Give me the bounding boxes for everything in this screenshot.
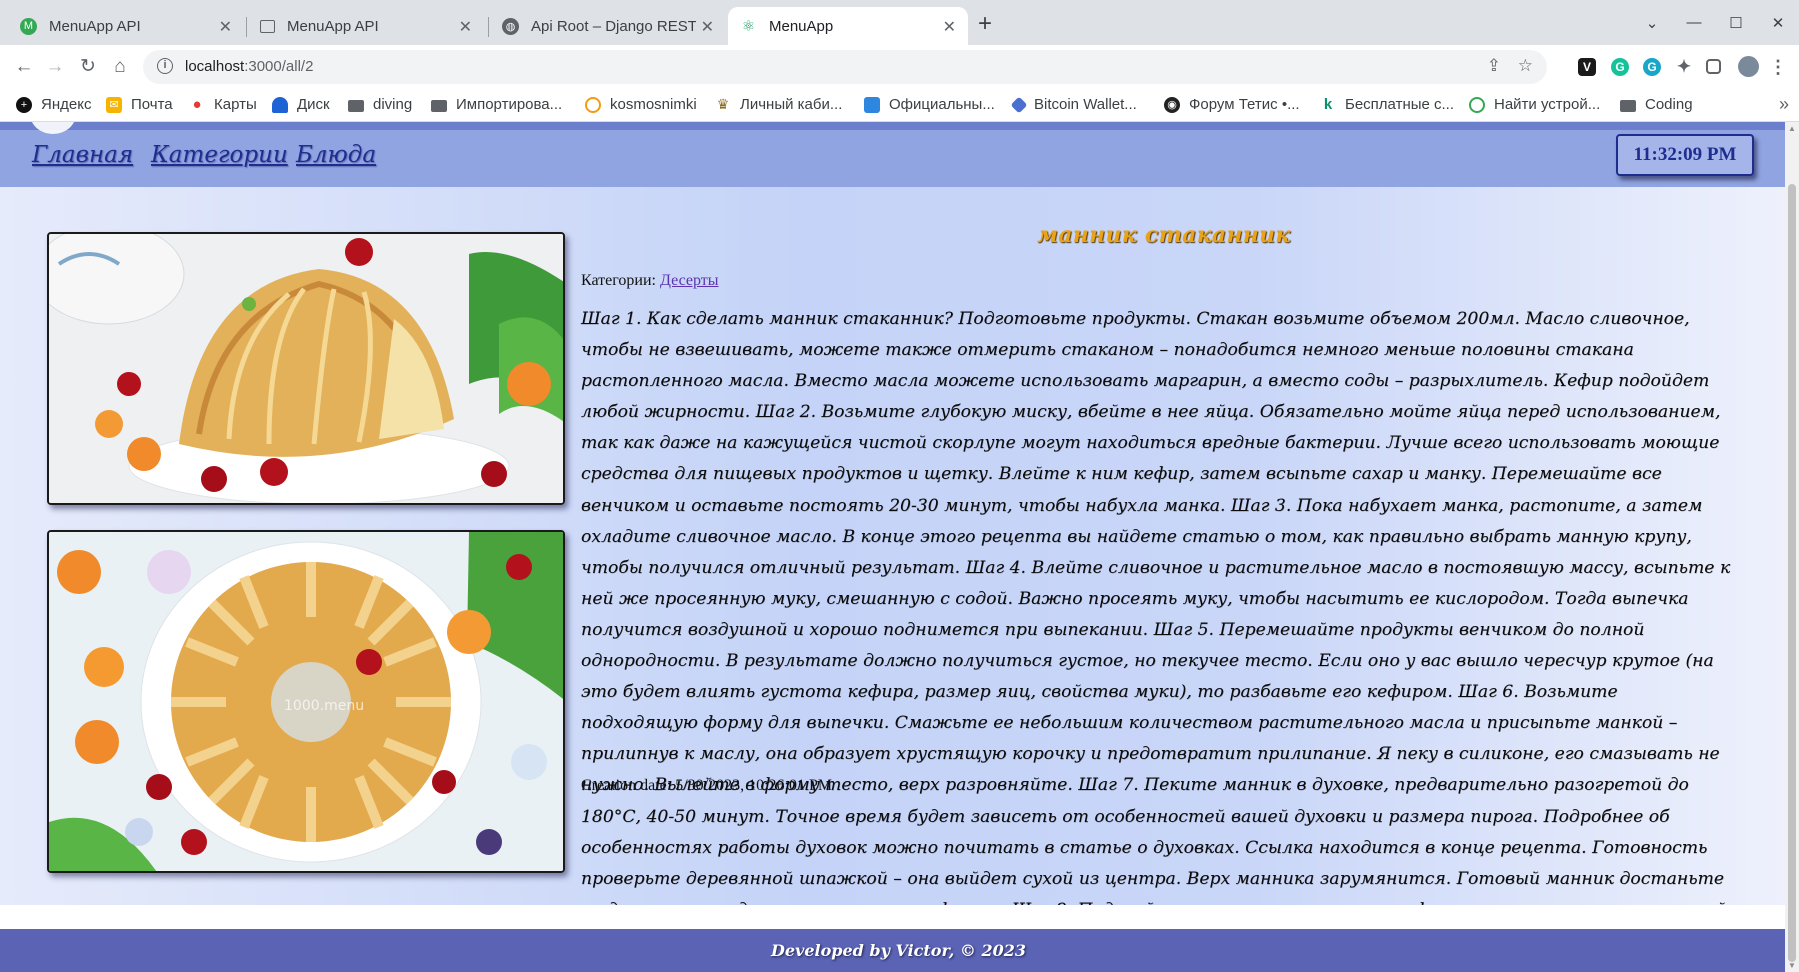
home-icon[interactable]: ⌂ [107,54,133,80]
folder-icon [1620,99,1636,112]
globe-favicon-icon: ◍ [502,17,519,35]
side-panel-icon[interactable] [1706,59,1721,74]
forum-icon: ◉ [1164,96,1180,113]
extensions-puzzle-icon[interactable]: ✦ [1675,58,1693,76]
browser-tab-bar: M MenuApp API ✕ MenuApp API ✕ ◍ Api Root… [0,0,1799,45]
dish-detail: 1000.menu манник стаканник Категории: Де… [0,187,1785,951]
wallet-icon [1010,96,1028,113]
web-page: Главная Категории Блюда 11:32:09 PM 1000… [0,122,1785,972]
bookmark-star-icon[interactable]: ☆ [1518,56,1533,76]
site-header: Главная Категории Блюда 11:32:09 PM [0,122,1785,187]
dish-photo-1 [47,232,565,505]
react-favicon-icon: ⚛ [741,18,756,35]
bookmark-kosmosnimki[interactable]: kosmosnimki [585,96,697,113]
dish-photo-2: 1000.menu [47,530,565,873]
bookmark-free[interactable]: k Бесплатные с... [1320,96,1454,113]
share-icon[interactable]: ⇪ [1487,56,1501,76]
nav-link-home[interactable]: Главная [32,142,133,168]
nav-link-categories[interactable]: Категории [151,142,288,168]
dish-description: Шаг 1. Как сделать манник стаканник? Под… [581,309,1731,951]
official-icon [864,96,880,113]
cake-top-image: 1000.menu [49,532,563,871]
close-icon[interactable]: ✕ [219,17,232,37]
menuapp-favicon-icon: M [20,17,37,35]
bookmark-coding[interactable]: Coding [1620,96,1693,113]
folder-icon [431,99,447,112]
site-footer: Developed by Victor, © 2023 [0,929,1785,972]
creation-date: Creation date: 5/30/2023, 10:26:01 PM [581,777,833,794]
kosmosnimki-icon [585,96,601,113]
site-info-icon[interactable]: i [157,58,173,74]
tab-menuapp-api-2[interactable]: MenuApp API ✕ [248,7,484,45]
scroll-down-icon[interactable]: ▼ [1788,961,1796,970]
address-bar[interactable]: i localhost:3000/all/2 ⇪ ☆ [143,50,1547,84]
menu-kebab-icon[interactable]: ⋮ [1769,58,1787,76]
tab-api-root[interactable]: ◍ Api Root – Django REST fr ✕ [490,7,726,45]
page-scrollbar[interactable]: ▲ ▼ [1785,122,1799,972]
site-logo [30,122,76,134]
cake-slice-image [49,234,563,503]
back-icon[interactable]: ← [11,54,37,80]
yandex-icon: + [16,96,32,113]
translate-extension-icon[interactable]: G [1643,58,1661,76]
disk-icon [272,96,288,113]
scrollbar-thumb[interactable] [1788,184,1796,962]
bookmark-disk[interactable]: Диск [272,96,330,113]
window-close-icon[interactable]: ✕ [1757,14,1799,32]
cabinet-icon: ♛ [716,96,730,112]
folder-icon [348,99,364,112]
map-pin-icon: ● [192,96,202,113]
bookmark-karty[interactable]: ● Карты [189,96,256,113]
header-top-strip [0,122,1785,130]
bookmark-diving[interactable]: diving [348,96,412,113]
footer-text: Developed by Victor, © 2023 [771,941,1026,960]
forward-icon[interactable]: → [42,54,68,80]
tab-separator [488,17,489,37]
close-icon[interactable]: ✕ [701,17,714,37]
clock-display: 11:32:09 PM [1616,134,1754,176]
browser-toolbar: ← → ↻ ⌂ i localhost:3000/all/2 ⇪ ☆ V G G… [0,45,1799,89]
bookmark-cabinet[interactable]: ♛ Личный каби... [715,96,843,113]
photo-watermark: 1000.menu [284,698,364,714]
maximize-icon[interactable]: ☐ [1715,14,1757,32]
grammarly-extension-icon[interactable]: G [1611,58,1629,76]
tab-separator [246,17,247,37]
tab-search-chevron-icon[interactable]: ⌄ [1631,14,1673,32]
bookmark-yandex[interactable]: + Яндекс [16,96,91,113]
nav-link-dishes[interactable]: Блюда [296,142,376,168]
bookmarks-overflow-icon[interactable]: » [1779,94,1789,115]
mail-icon: ✉ [106,96,122,113]
window-controls: ⌄ — ☐ ✕ [1631,0,1799,45]
bookmark-imported[interactable]: Импортирова... [431,96,562,113]
close-icon[interactable]: ✕ [459,17,472,37]
footer-gap [0,905,1785,929]
bookmark-bitcoin[interactable]: Bitcoin Wallet... [1010,96,1137,113]
profile-avatar[interactable] [1738,56,1759,77]
k-icon: k [1323,96,1333,113]
bookmark-official[interactable]: Официальны... [864,96,995,113]
close-icon[interactable]: ✕ [943,17,956,37]
bookmark-pochta[interactable]: ✉ Почта [106,96,173,113]
vimeo-extension-icon[interactable]: V [1578,58,1596,76]
bookmarks-bar: + Яндекс ✉ Почта ● Карты Диск diving Импорт… [0,89,1799,122]
reload-icon[interactable]: ↻ [75,54,101,80]
address-url[interactable]: localhost:3000/all/2 [185,58,313,75]
bookmark-find-device[interactable]: Найти устрой... [1469,96,1600,113]
dish-title: манник стаканник [1037,222,1291,248]
minimize-icon[interactable]: — [1673,14,1715,31]
document-favicon-icon [260,19,275,33]
tab-menuapp-api-1[interactable]: M MenuApp API ✕ [8,7,244,45]
dish-categories: Категории: Десерты [581,272,719,290]
google-find-icon [1469,96,1485,113]
bookmark-forum[interactable]: ◉ Форум Тетис •... [1164,96,1300,113]
new-tab-icon[interactable]: + [978,10,992,38]
category-link[interactable]: Десерты [660,272,719,289]
scroll-up-icon[interactable]: ▲ [1788,124,1796,133]
categories-label: Категории: [581,272,656,289]
tab-menuapp-active[interactable]: ⚛ MenuApp ✕ [728,7,968,45]
